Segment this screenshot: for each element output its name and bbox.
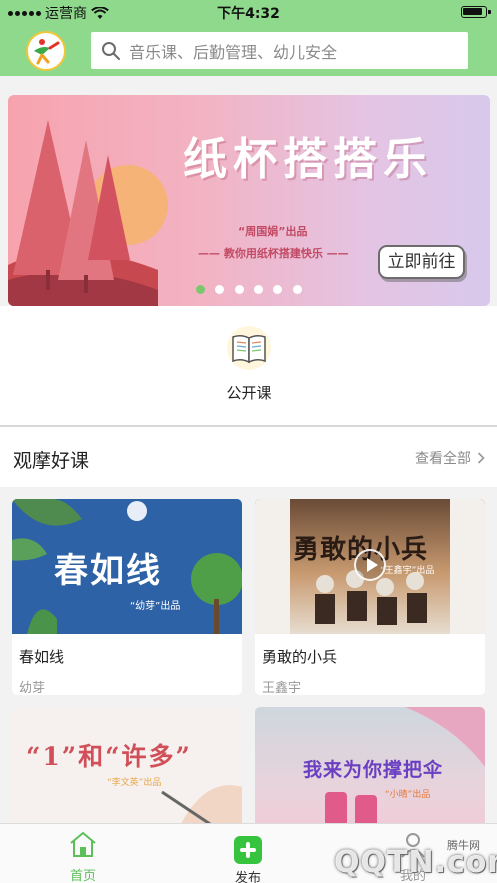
play-icon[interactable]	[354, 549, 386, 581]
pager-dot[interactable]	[253, 285, 263, 294]
pager-dot[interactable]	[292, 285, 302, 294]
tab-me[interactable]: 我的	[373, 830, 453, 883]
battery-icon	[461, 6, 491, 18]
chevron-right-icon	[477, 452, 485, 464]
thumbnail-producer: “李文英”出品	[107, 778, 162, 788]
pager-dot[interactable]	[234, 285, 244, 294]
banner-producer: “周国娟”出品	[238, 225, 308, 238]
thumbnail-title: 我来为你撑把伞	[303, 759, 444, 781]
course-thumbnail: 春如线 “幼芽”出品	[12, 499, 242, 634]
course-card[interactable]: 我来为你撑把伞 “小晴”出品	[255, 707, 485, 837]
course-card[interactable]: “1”和“许多” “李文英”出品	[12, 707, 242, 837]
pager-dot[interactable]	[215, 285, 225, 294]
banner-pager[interactable]	[0, 285, 497, 295]
course-thumbnail: 我来为你撑把伞 “小晴”出品	[255, 707, 485, 837]
search-bar[interactable]: 音乐课、后勤管理、幼儿安全	[91, 32, 468, 69]
app-logo[interactable]	[26, 31, 66, 71]
thumbnail-title: “1”和“许多”	[26, 742, 192, 771]
thumbnail-producer: “王鑫宇”出品	[380, 566, 435, 576]
course-card[interactable]: 春如线 “幼芽”出品 春如线 幼芽	[12, 499, 242, 695]
open-class-entry[interactable]: 公开课	[220, 326, 278, 403]
tab-publish-label: 发布	[234, 871, 261, 883]
search-icon	[102, 41, 120, 60]
home-icon	[70, 831, 96, 857]
card-title: 勇敢的小兵	[262, 648, 338, 666]
course-card[interactable]: 勇敢的小兵 “王鑫宇”出品 勇敢的小兵 王鑫宇	[255, 499, 485, 695]
banner-go-button[interactable]: 立即前往	[378, 245, 465, 279]
category-entry: 公开课	[0, 306, 497, 426]
search-placeholder: 音乐课、后勤管理、幼儿安全	[129, 42, 338, 62]
card-author: 王鑫宇	[262, 681, 302, 695]
course-thumbnail: “1”和“许多” “李文英”出品	[12, 707, 242, 837]
open-class-label: 公开课	[226, 384, 272, 402]
tab-home-label: 首页	[69, 869, 96, 883]
book-icon	[227, 326, 271, 370]
course-thumbnail: 勇敢的小兵 “王鑫宇”出品	[255, 499, 485, 634]
banner-description: —— 教你用纸杯搭建快乐 ——	[198, 247, 349, 260]
view-all-link[interactable]: 查看全部	[415, 448, 485, 468]
logo-figure-icon	[29, 34, 63, 68]
banner-trees-illustration	[8, 120, 168, 306]
banner-title: 纸杯搭搭乐	[183, 134, 433, 185]
tab-home[interactable]: 首页	[43, 830, 123, 883]
thumbnail-title: 春如线	[54, 551, 162, 591]
plus-icon	[234, 836, 262, 864]
top-header: 运营商 下午4:32 音乐课、后勤管理、幼儿安全	[0, 0, 497, 76]
status-bar: 运营商 下午4:32	[0, 0, 497, 24]
promo-banner[interactable]: 纸杯搭搭乐 “周国娟”出品 —— 教你用纸杯搭建快乐 —— 立即前往	[8, 95, 490, 306]
tab-bar: 首页 发布 我的	[0, 823, 497, 883]
pager-dot[interactable]	[196, 285, 205, 294]
tab-me-label: 我的	[399, 869, 426, 883]
user-icon	[401, 833, 425, 858]
section-header: 观摩好课 查看全部	[0, 427, 497, 487]
section-title: 观摩好课	[13, 450, 90, 472]
thumbnail-producer: “幼芽”出品	[130, 601, 181, 612]
tab-publish[interactable]: 发布	[208, 830, 288, 883]
thumbnail-producer: “小晴”出品	[385, 790, 431, 800]
view-all-label: 查看全部	[415, 451, 471, 467]
card-title: 春如线	[19, 648, 65, 666]
card-author: 幼芽	[19, 681, 46, 695]
pager-dot[interactable]	[273, 285, 283, 294]
status-time: 下午4:32	[217, 6, 280, 22]
